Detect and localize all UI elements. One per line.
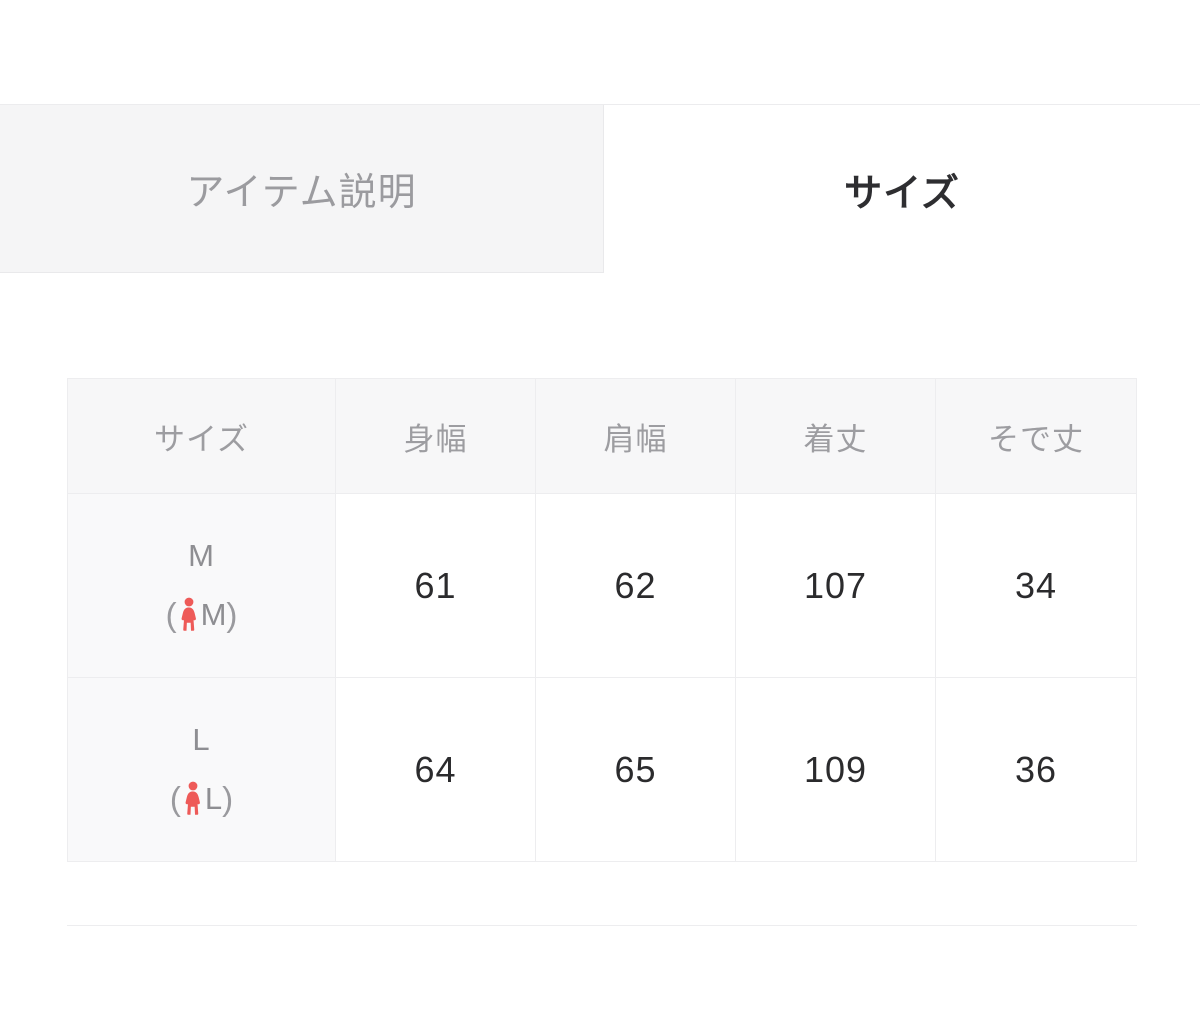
column-header-body-width: 身幅 <box>335 378 536 494</box>
value-length: 107 <box>735 493 936 678</box>
section-divider <box>67 925 1137 926</box>
value-shoulder: 62 <box>535 493 736 678</box>
tab-size[interactable]: サイズ <box>604 105 1200 273</box>
table-row: M ( M ) 61 62 107 34 <box>67 493 1137 678</box>
value-body-width: 61 <box>335 493 536 678</box>
woman-figure-icon <box>183 781 203 815</box>
column-header-shoulder: 肩幅 <box>535 378 736 494</box>
column-header-sleeve: そで丈 <box>935 378 1137 494</box>
size-letter: M <box>188 538 215 573</box>
size-cell-m: M ( M ) <box>67 493 336 678</box>
value-sleeve: 36 <box>935 677 1137 862</box>
tab-size-label: サイズ <box>844 172 960 215</box>
size-cell-l: L ( L ) <box>67 677 336 862</box>
column-header-size: サイズ <box>67 378 336 494</box>
value-sleeve: 34 <box>935 493 1137 678</box>
size-letter: L <box>192 722 211 757</box>
woman-figure-icon <box>179 597 199 631</box>
value-shoulder: 65 <box>535 677 736 862</box>
value-body-width: 64 <box>335 677 536 862</box>
size-table: サイズ 身幅 肩幅 着丈 そで丈 M (M) 61 62 107 34 L … <box>67 378 1137 862</box>
tab-item-description[interactable]: アイテム説明 <box>0 105 604 273</box>
product-detail-tabbar: アイテム説明 サイズ <box>0 104 1200 273</box>
size-sub-letter: M <box>200 596 227 632</box>
paren-close: ) <box>222 779 234 817</box>
size-label-stack: L ( L ) <box>68 724 335 815</box>
table-header-row: サイズ 身幅 肩幅 着丈 そで丈 <box>67 378 1137 494</box>
column-header-length: 着丈 <box>735 378 936 494</box>
paren-open: ( <box>165 595 177 633</box>
size-label-stack: M ( M ) <box>68 540 335 631</box>
size-sub-letter: L <box>204 780 223 816</box>
paren-close: ) <box>226 595 238 633</box>
size-sub-label: ( L ) <box>170 781 233 815</box>
tab-item-description-label: アイテム説明 <box>186 172 417 214</box>
size-table-body: M ( M ) 61 62 107 34 L (L) 64 65 109 3… <box>67 493 1137 862</box>
table-row: L ( L ) 64 65 109 36 <box>67 677 1137 862</box>
size-table-header: サイズ 身幅 肩幅 着丈 そで丈 <box>67 378 1137 494</box>
paren-open: ( <box>169 779 181 817</box>
size-sub-label: ( M ) <box>165 595 238 633</box>
value-length: 109 <box>735 677 936 862</box>
size-table-container: サイズ 身幅 肩幅 着丈 そで丈 M (M) 61 62 107 34 L … <box>67 378 1137 862</box>
